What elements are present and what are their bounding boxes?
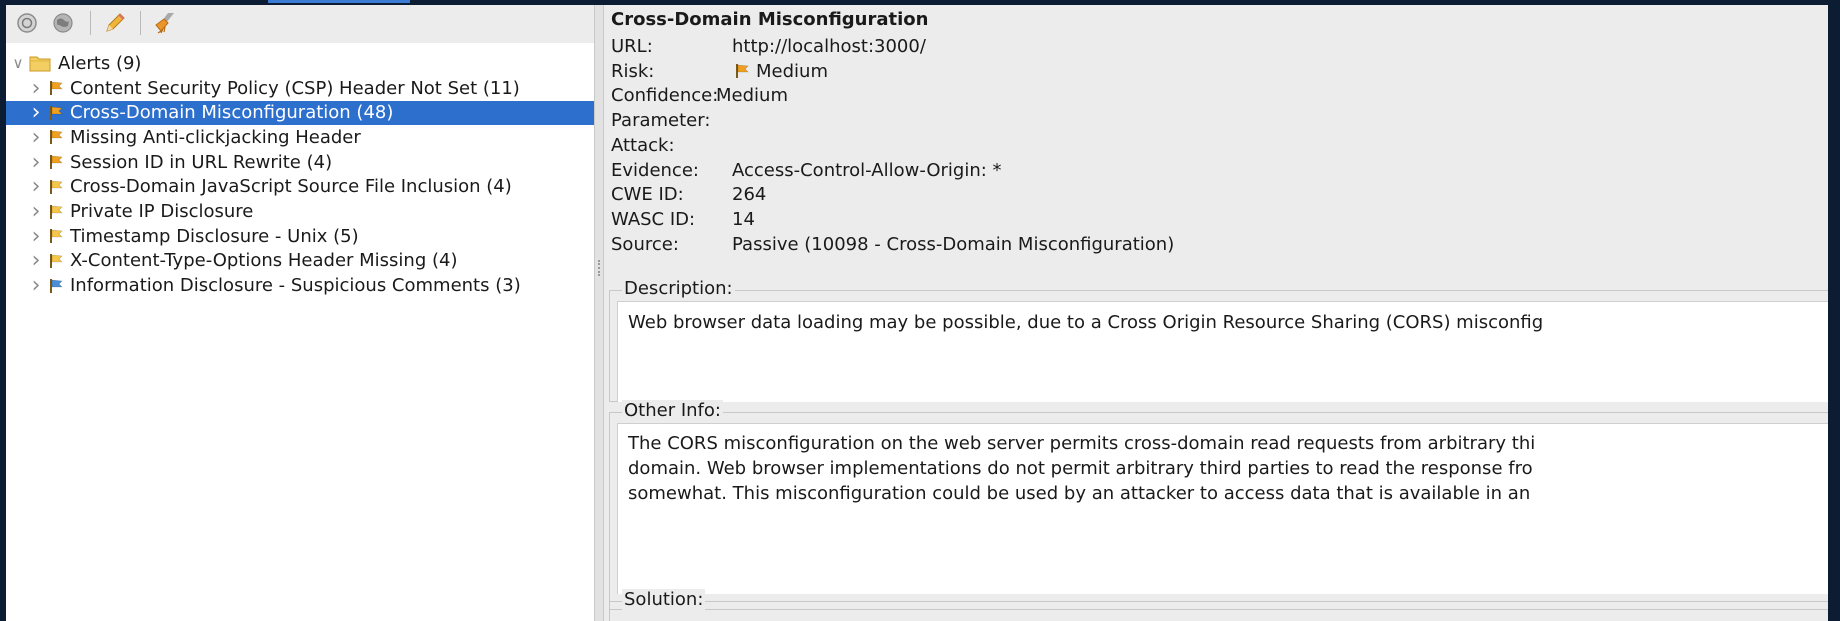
alert-tree-item[interactable]: › X-Content-Type-Options Header Missing (… bbox=[6, 248, 594, 273]
field-value-text: Medium bbox=[756, 60, 828, 82]
folder-icon bbox=[28, 54, 52, 72]
risk-flag-icon bbox=[46, 277, 66, 295]
alert-tree-item[interactable]: › Timestamp Disclosure - Unix (5) bbox=[6, 224, 594, 249]
chevron-right-icon[interactable]: › bbox=[26, 150, 46, 175]
chevron-right-icon[interactable]: › bbox=[26, 224, 46, 249]
risk-flag-icon bbox=[46, 153, 66, 171]
other-info-section: Other Info: The CORS misconfiguration on… bbox=[609, 400, 1828, 610]
chevron-right-icon[interactable]: › bbox=[26, 273, 46, 298]
globe-icon[interactable] bbox=[50, 10, 76, 36]
field-value-text: Medium bbox=[716, 85, 788, 107]
solution-label: Solution: bbox=[622, 589, 706, 610]
field-label: Attack: bbox=[611, 134, 675, 156]
chevron-right-icon[interactable]: › bbox=[26, 174, 46, 199]
description-label: Description: bbox=[622, 278, 735, 299]
alert-details-panel: Cross-Domain Misconfiguration URL: http:/… bbox=[604, 5, 1828, 621]
alert-tree-label: Private IP Disclosure bbox=[70, 201, 254, 222]
description-text-area[interactable]: Web browser data loading may be possible… bbox=[617, 301, 1828, 402]
alert-tree-label: Content Security Policy (CSP) Header Not… bbox=[70, 77, 520, 99]
alert-tree-item[interactable]: › Session ID in URL Rewrite (4) bbox=[6, 150, 594, 175]
risk-flag-icon bbox=[732, 62, 752, 80]
broken-link-icon[interactable] bbox=[14, 10, 40, 36]
other-info-line: somewhat. This misconfiguration could be… bbox=[628, 483, 1531, 504]
field-value: 14 bbox=[732, 209, 755, 230]
toolbar-separator bbox=[90, 11, 91, 35]
risk-flag-icon bbox=[46, 227, 66, 245]
tree-root-alerts[interactable]: ∨ Alerts (9) bbox=[6, 51, 594, 75]
split-pane-divider[interactable] bbox=[594, 5, 604, 621]
field-label: Evidence: bbox=[611, 159, 699, 181]
chevron-right-icon[interactable]: › bbox=[26, 199, 46, 224]
alert-tree-label: Cross-Domain Misconfiguration (48) bbox=[70, 102, 394, 124]
divider-grip-icon[interactable] bbox=[598, 260, 602, 276]
alert-tree-item[interactable]: › Cross-Domain JavaScript Source File Inc… bbox=[6, 174, 594, 199]
chevron-right-icon[interactable]: › bbox=[26, 100, 46, 125]
field-value: 264 bbox=[732, 184, 766, 205]
window-frame-right bbox=[1828, 0, 1840, 621]
chevron-right-icon[interactable]: › bbox=[26, 248, 46, 273]
alert-tree-label: Session ID in URL Rewrite (4) bbox=[70, 151, 333, 173]
risk-flag-icon bbox=[46, 252, 66, 270]
risk-flag-icon bbox=[46, 128, 66, 146]
description-text: Web browser data loading may be possible… bbox=[628, 312, 1544, 333]
risk-flag-icon bbox=[46, 79, 66, 97]
alert-tree-label: Missing Anti-clickjacking Header bbox=[70, 126, 361, 148]
field-label: Confidence: bbox=[611, 85, 719, 107]
alerts-panel: ∨ Alerts (9) › Content Security Policy (C… bbox=[6, 5, 594, 621]
alert-title: Cross-Domain Misconfiguration bbox=[611, 9, 929, 30]
field-value: Passive (10098 - Cross-Domain Misconfigu… bbox=[732, 234, 1174, 255]
risk-flag-icon bbox=[46, 178, 66, 196]
alert-tree-label: Cross-Domain JavaScript Source File Incl… bbox=[70, 176, 512, 198]
field-value-text: 264 bbox=[732, 184, 767, 206]
alert-tree-label: X-Content-Type-Options Header Missing (4… bbox=[70, 250, 458, 272]
toolbar-separator bbox=[140, 11, 141, 35]
other-info-text-area[interactable]: The CORS misconfiguration on the web ser… bbox=[617, 423, 1828, 594]
field-label: WASC ID: bbox=[611, 208, 696, 230]
chevron-right-icon[interactable]: › bbox=[26, 76, 46, 101]
alerts-toolbar bbox=[6, 5, 594, 43]
alert-tree-label: Timestamp Disclosure - Unix (5) bbox=[70, 225, 359, 247]
chevron-right-icon[interactable]: › bbox=[26, 125, 46, 150]
tab-accent bbox=[268, 0, 410, 3]
field-value: http://localhost:3000/ bbox=[732, 36, 926, 57]
field-value: Access-Control-Allow-Origin: * bbox=[732, 160, 1002, 181]
risk-flag-icon bbox=[46, 104, 66, 122]
alert-tree-item[interactable]: › Private IP Disclosure bbox=[6, 199, 594, 224]
field-label: Source: bbox=[611, 233, 679, 255]
field-label: Risk: bbox=[611, 60, 655, 82]
risk-flag-icon bbox=[46, 203, 66, 221]
field-value: Medium bbox=[732, 61, 828, 82]
solution-section: Solution: bbox=[609, 589, 1828, 621]
field-value: Medium bbox=[716, 85, 788, 106]
alert-tree-label: Information Disclosure - Suspicious Comm… bbox=[70, 275, 521, 297]
field-value-text: Access-Control-Allow-Origin: * bbox=[732, 159, 1002, 181]
alert-tree-item[interactable]: › Information Disclosure - Suspicious Com… bbox=[6, 273, 594, 298]
field-value-text: http://localhost:3000/ bbox=[732, 36, 926, 57]
pencil-icon[interactable] bbox=[102, 10, 128, 36]
description-section: Description: Web browser data loading ma… bbox=[609, 278, 1828, 402]
field-label: CWE ID: bbox=[611, 184, 684, 206]
alert-tree-item[interactable]: › Content Security Policy (CSP) Header No… bbox=[6, 76, 594, 101]
tree-root-label: Alerts (9) bbox=[58, 52, 142, 74]
chevron-down-icon[interactable]: ∨ bbox=[8, 54, 28, 72]
other-info-line: domain. Web browser implementations do n… bbox=[628, 458, 1533, 479]
other-info-label: Other Info: bbox=[622, 400, 723, 421]
alert-tree-item[interactable]: › Cross-Domain Misconfiguration (48) bbox=[6, 100, 594, 125]
broom-icon[interactable] bbox=[152, 10, 178, 36]
field-value-text: Passive (10098 - Cross-Domain Misconfigu… bbox=[732, 233, 1175, 255]
field-label: URL: bbox=[611, 36, 653, 57]
other-info-line: The CORS misconfiguration on the web ser… bbox=[628, 433, 1536, 454]
alert-tree-item[interactable]: › Missing Anti-clickjacking Header bbox=[6, 125, 594, 150]
field-label: Parameter: bbox=[611, 110, 711, 132]
field-value-text: 14 bbox=[732, 208, 755, 230]
